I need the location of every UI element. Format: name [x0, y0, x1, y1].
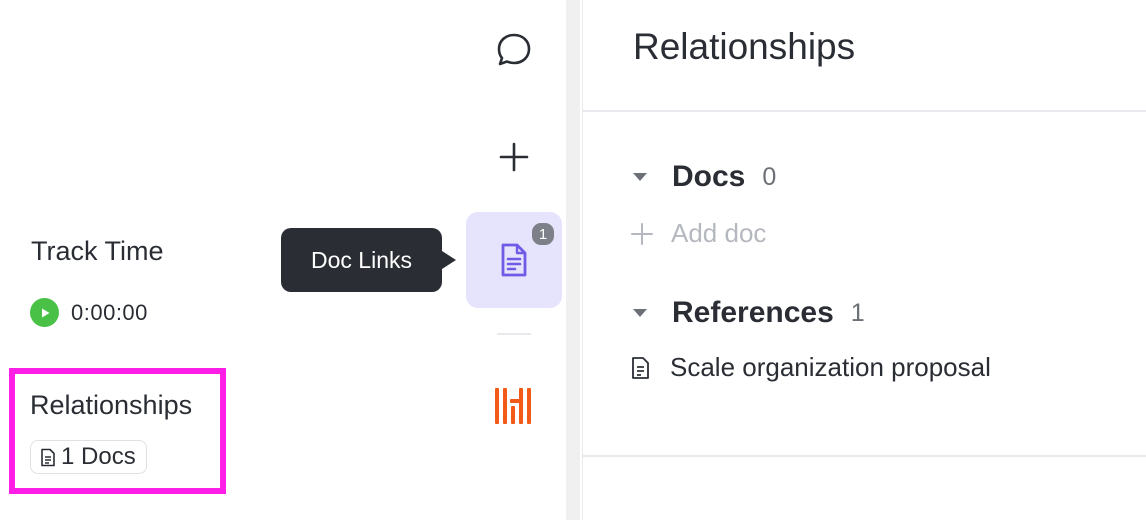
comment-icon — [497, 33, 531, 66]
scrollbar[interactable] — [566, 0, 580, 520]
doc-links-badge: 1 — [530, 221, 556, 247]
timer: 0:00:00 — [30, 298, 148, 327]
comments-button[interactable] — [495, 31, 533, 74]
references-section-count: 1 — [850, 298, 865, 327]
relationships-title: Relationships — [30, 390, 193, 420]
caret-down-icon — [633, 173, 647, 181]
brand-logo-icon — [495, 388, 531, 424]
relationships-highlight-box: Relationships 1 Docs — [9, 368, 226, 494]
docs-section-label: Docs — [672, 160, 746, 193]
add-doc-label: Add doc — [671, 218, 767, 248]
docs-section-header[interactable]: Docs 0 — [633, 160, 776, 194]
document-icon — [41, 448, 55, 466]
docs-chip-label: 1 Docs — [61, 443, 136, 470]
divider — [583, 455, 1146, 457]
add-doc-button[interactable]: Add doc — [631, 218, 766, 249]
reference-item-label: Scale organization proposal — [670, 352, 991, 382]
document-icon — [632, 356, 649, 379]
document-icon — [501, 243, 527, 277]
references-section-header[interactable]: References 1 — [633, 296, 865, 330]
docs-chip[interactable]: 1 Docs — [30, 440, 147, 474]
integration-button[interactable] — [493, 385, 535, 432]
plus-icon — [631, 222, 653, 245]
icon-bar-divider — [497, 333, 531, 335]
caret-down-icon — [633, 309, 647, 317]
reference-item[interactable]: Scale organization proposal — [631, 352, 991, 383]
divider — [583, 110, 1146, 112]
plus-icon — [499, 142, 529, 172]
play-icon — [41, 308, 49, 317]
relationships-panel: Relationships Docs 0 Add doc References … — [582, 0, 1146, 520]
docs-section-count: 0 — [762, 162, 777, 191]
play-button[interactable] — [30, 298, 59, 327]
references-section-label: References — [672, 296, 834, 329]
add-button[interactable] — [497, 140, 531, 179]
track-time-title: Track Time — [31, 236, 164, 266]
doc-links-tooltip: Doc Links — [281, 228, 456, 292]
timer-value: 0:00:00 — [71, 299, 148, 325]
doc-links-button[interactable]: 1 — [466, 212, 562, 308]
panel-title: Relationships — [633, 26, 856, 67]
